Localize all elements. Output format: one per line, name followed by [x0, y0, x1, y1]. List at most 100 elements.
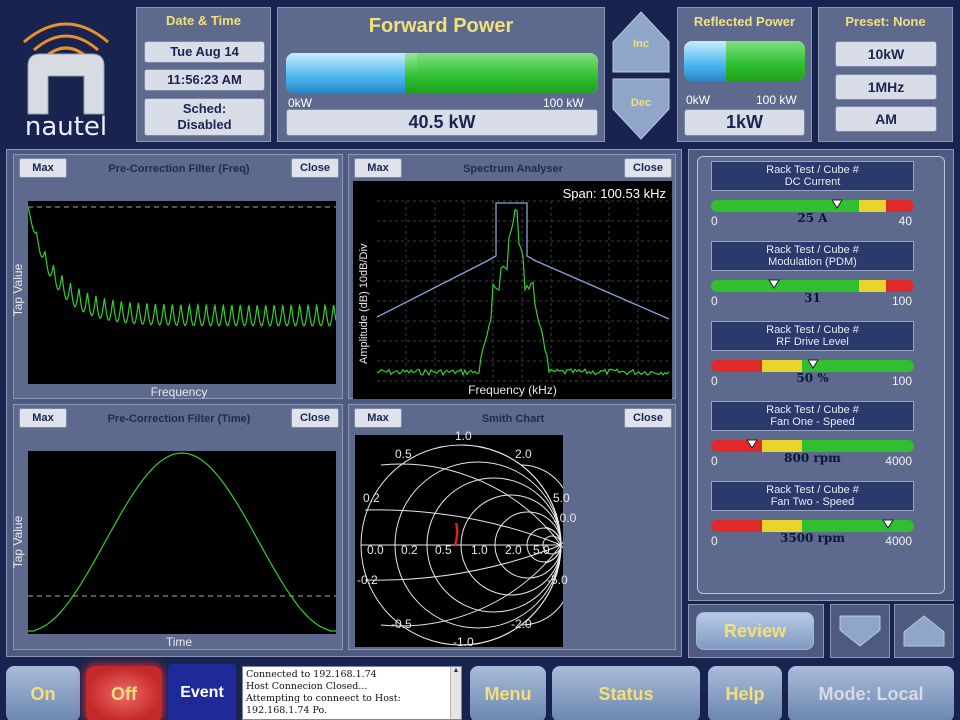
off-button[interactable]: Off — [86, 666, 162, 720]
smith-label-10: 1.0 — [471, 543, 488, 557]
smith-label-12: 5.0 — [533, 543, 550, 557]
reflected-power-bar — [684, 41, 805, 81]
time-plot-svg — [28, 452, 336, 632]
meter-title[interactable]: Rack Test / Cube # DC Current — [711, 161, 914, 191]
smith-max-button[interactable]: Max — [354, 408, 402, 428]
time-chart-panel: Max Pre-Correction Filter (Time) Close T… — [11, 404, 343, 650]
forward-power-bar — [286, 53, 598, 93]
scroll-down-button[interactable] — [838, 612, 882, 650]
freq-chart-title: Pre-Correction Filter (Freq) — [108, 163, 250, 175]
smith-label-1: 1.0 — [455, 429, 472, 443]
forward-power-panel: Forward Power 0kW 100 kW 40.5 kW — [277, 7, 605, 142]
reflected-power-panel: Reflected Power 0kW 100 kW 1kW — [677, 7, 812, 142]
chevron-down-icon — [839, 615, 881, 647]
time-max-button[interactable]: Max — [19, 408, 67, 428]
nautel-logo: nautel — [4, 4, 128, 146]
event-button[interactable]: Event — [168, 664, 236, 720]
forward-scale-max: 100 kW — [543, 96, 584, 110]
time-xlabel: Time — [165, 635, 193, 649]
time-plot — [28, 451, 336, 634]
time-chart-title: Pre-Correction Filter (Time) — [107, 413, 251, 425]
smith-label-4: 0.2 — [363, 491, 380, 505]
meter-max: 100 — [891, 374, 912, 388]
meter-title[interactable]: Rack Test / Cube # Fan Two - Speed — [711, 481, 914, 511]
spectrum-curve — [376, 209, 670, 377]
review-button[interactable]: Review — [696, 612, 814, 650]
meter-title[interactable]: Rack Test / Cube # Fan One - Speed — [711, 401, 914, 431]
preset-panel: Preset: None 10kW 1MHz AM — [818, 7, 953, 142]
dec-label: Dec — [630, 97, 652, 109]
mode-button[interactable]: Mode: Local — [788, 666, 954, 720]
time-close-button[interactable]: Close — [291, 408, 339, 428]
time-curve — [28, 452, 336, 632]
spectrum-chart-title: Spectrum Analyser — [463, 163, 563, 175]
time-ylabel: Tap Value — [11, 515, 26, 569]
smith-impedance-trace — [453, 522, 459, 546]
smith-label-17: -1.0 — [453, 635, 474, 649]
date-display: Tue Aug 14 — [144, 41, 265, 63]
on-button[interactable]: On — [6, 666, 80, 720]
freq-xlabel: Frequency — [150, 385, 208, 399]
freq-chart-panel: Max Pre-Correction Filter (Freq) Close T… — [11, 154, 343, 399]
smith-label-3: 2.0 — [515, 447, 532, 461]
reflected-scale-min: 0kW — [686, 93, 710, 107]
spectrum-ylabel: Amplitude (dB) 10dB/Div — [358, 243, 370, 364]
spectrum-span: Span: 100.53 kHz — [562, 186, 666, 201]
meter-max: 4000 — [885, 454, 912, 468]
log-scrollbar[interactable]: ▲ — [450, 667, 461, 719]
smith-label-2: 0.5 — [395, 447, 412, 461]
forward-scale-min: 0kW — [288, 96, 312, 110]
freq-curve — [27, 206, 337, 327]
smith-label-7: 0.0 — [367, 543, 384, 557]
reflected-scale-max: 100 kW — [756, 93, 797, 107]
smith-label-13: -0.2 — [357, 573, 378, 587]
preset-option-mode[interactable]: AM — [835, 106, 937, 132]
smith-label-9: 0.5 — [435, 543, 452, 557]
meter-max: 100 — [891, 294, 912, 308]
dec-button[interactable]: Dec — [611, 77, 671, 141]
event-log-line: Host Connecion Closed... — [246, 681, 368, 692]
freq-close-button[interactable]: Close — [291, 158, 339, 178]
status-button[interactable]: Status — [552, 666, 700, 720]
event-log-line: 192.168.1.74 Po. — [246, 705, 328, 716]
smith-chart-title: Smith Chart — [481, 413, 545, 425]
forward-power-title: Forward Power — [368, 15, 514, 37]
datetime-label: Date & Time — [166, 13, 241, 28]
logo-text: nautel — [24, 112, 108, 142]
freq-plot — [27, 201, 337, 384]
datetime-panel: Date & Time Tue Aug 14 11:56:23 AM Sched… — [136, 7, 271, 142]
freq-ylabel: Tap Value — [11, 263, 26, 317]
event-log-line: Attempting to conneect to Host: — [246, 693, 401, 704]
meter-pointer — [806, 356, 819, 369]
smith-label-6: 10.0 — [553, 511, 577, 525]
inc-button[interactable]: Inc — [611, 10, 671, 74]
spectrum-xlabel: Frequency (kHz) — [468, 383, 557, 397]
preset-option-power[interactable]: 10kW — [835, 41, 937, 67]
time-display: 11:56:23 AM — [144, 69, 265, 91]
reflected-power-value: 1kW — [684, 109, 805, 136]
smith-chart-panel: Max Smith Chart Close 1.0 0.5 2.0 0.2 5.… — [348, 404, 676, 650]
meter-title[interactable]: Rack Test / Cube # Modulation (PDM) — [711, 241, 914, 271]
meter-pointer — [745, 436, 758, 449]
freq-max-button[interactable]: Max — [19, 158, 67, 178]
event-log: Connected to 192.168.1.74 Host Connecion … — [242, 666, 462, 720]
spectrum-max-button[interactable]: Max — [354, 158, 402, 178]
smith-label-16: -2.0 — [511, 617, 532, 631]
help-button[interactable]: Help — [708, 666, 782, 720]
meter-pointer — [830, 196, 843, 209]
menu-button[interactable]: Menu — [470, 666, 546, 720]
event-log-line: Connected to 192.168.1.74 — [246, 669, 377, 680]
preset-option-frequency[interactable]: 1MHz — [835, 74, 937, 100]
smith-plot-svg — [360, 444, 572, 646]
spectrum-close-button[interactable]: Close — [624, 158, 672, 178]
meter-title[interactable]: Rack Test / Cube # RF Drive Level — [711, 321, 914, 351]
smith-close-button[interactable]: Close — [624, 408, 672, 428]
inc-label: Inc — [633, 38, 649, 50]
sched-display[interactable]: Sched: Disabled — [144, 98, 265, 136]
spectrum-chart-panel: Max Spectrum Analyser Close Span: 100.53… — [348, 154, 676, 399]
freq-plot-svg — [27, 206, 337, 327]
smith-label-11: 2.0 — [505, 543, 522, 557]
smith-plot: 1.0 0.5 2.0 0.2 5.0 10.0 0.0 0.2 0.5 1.0… — [355, 429, 576, 649]
smith-label-5: 5.0 — [553, 491, 570, 505]
scroll-up-button[interactable] — [902, 612, 946, 650]
